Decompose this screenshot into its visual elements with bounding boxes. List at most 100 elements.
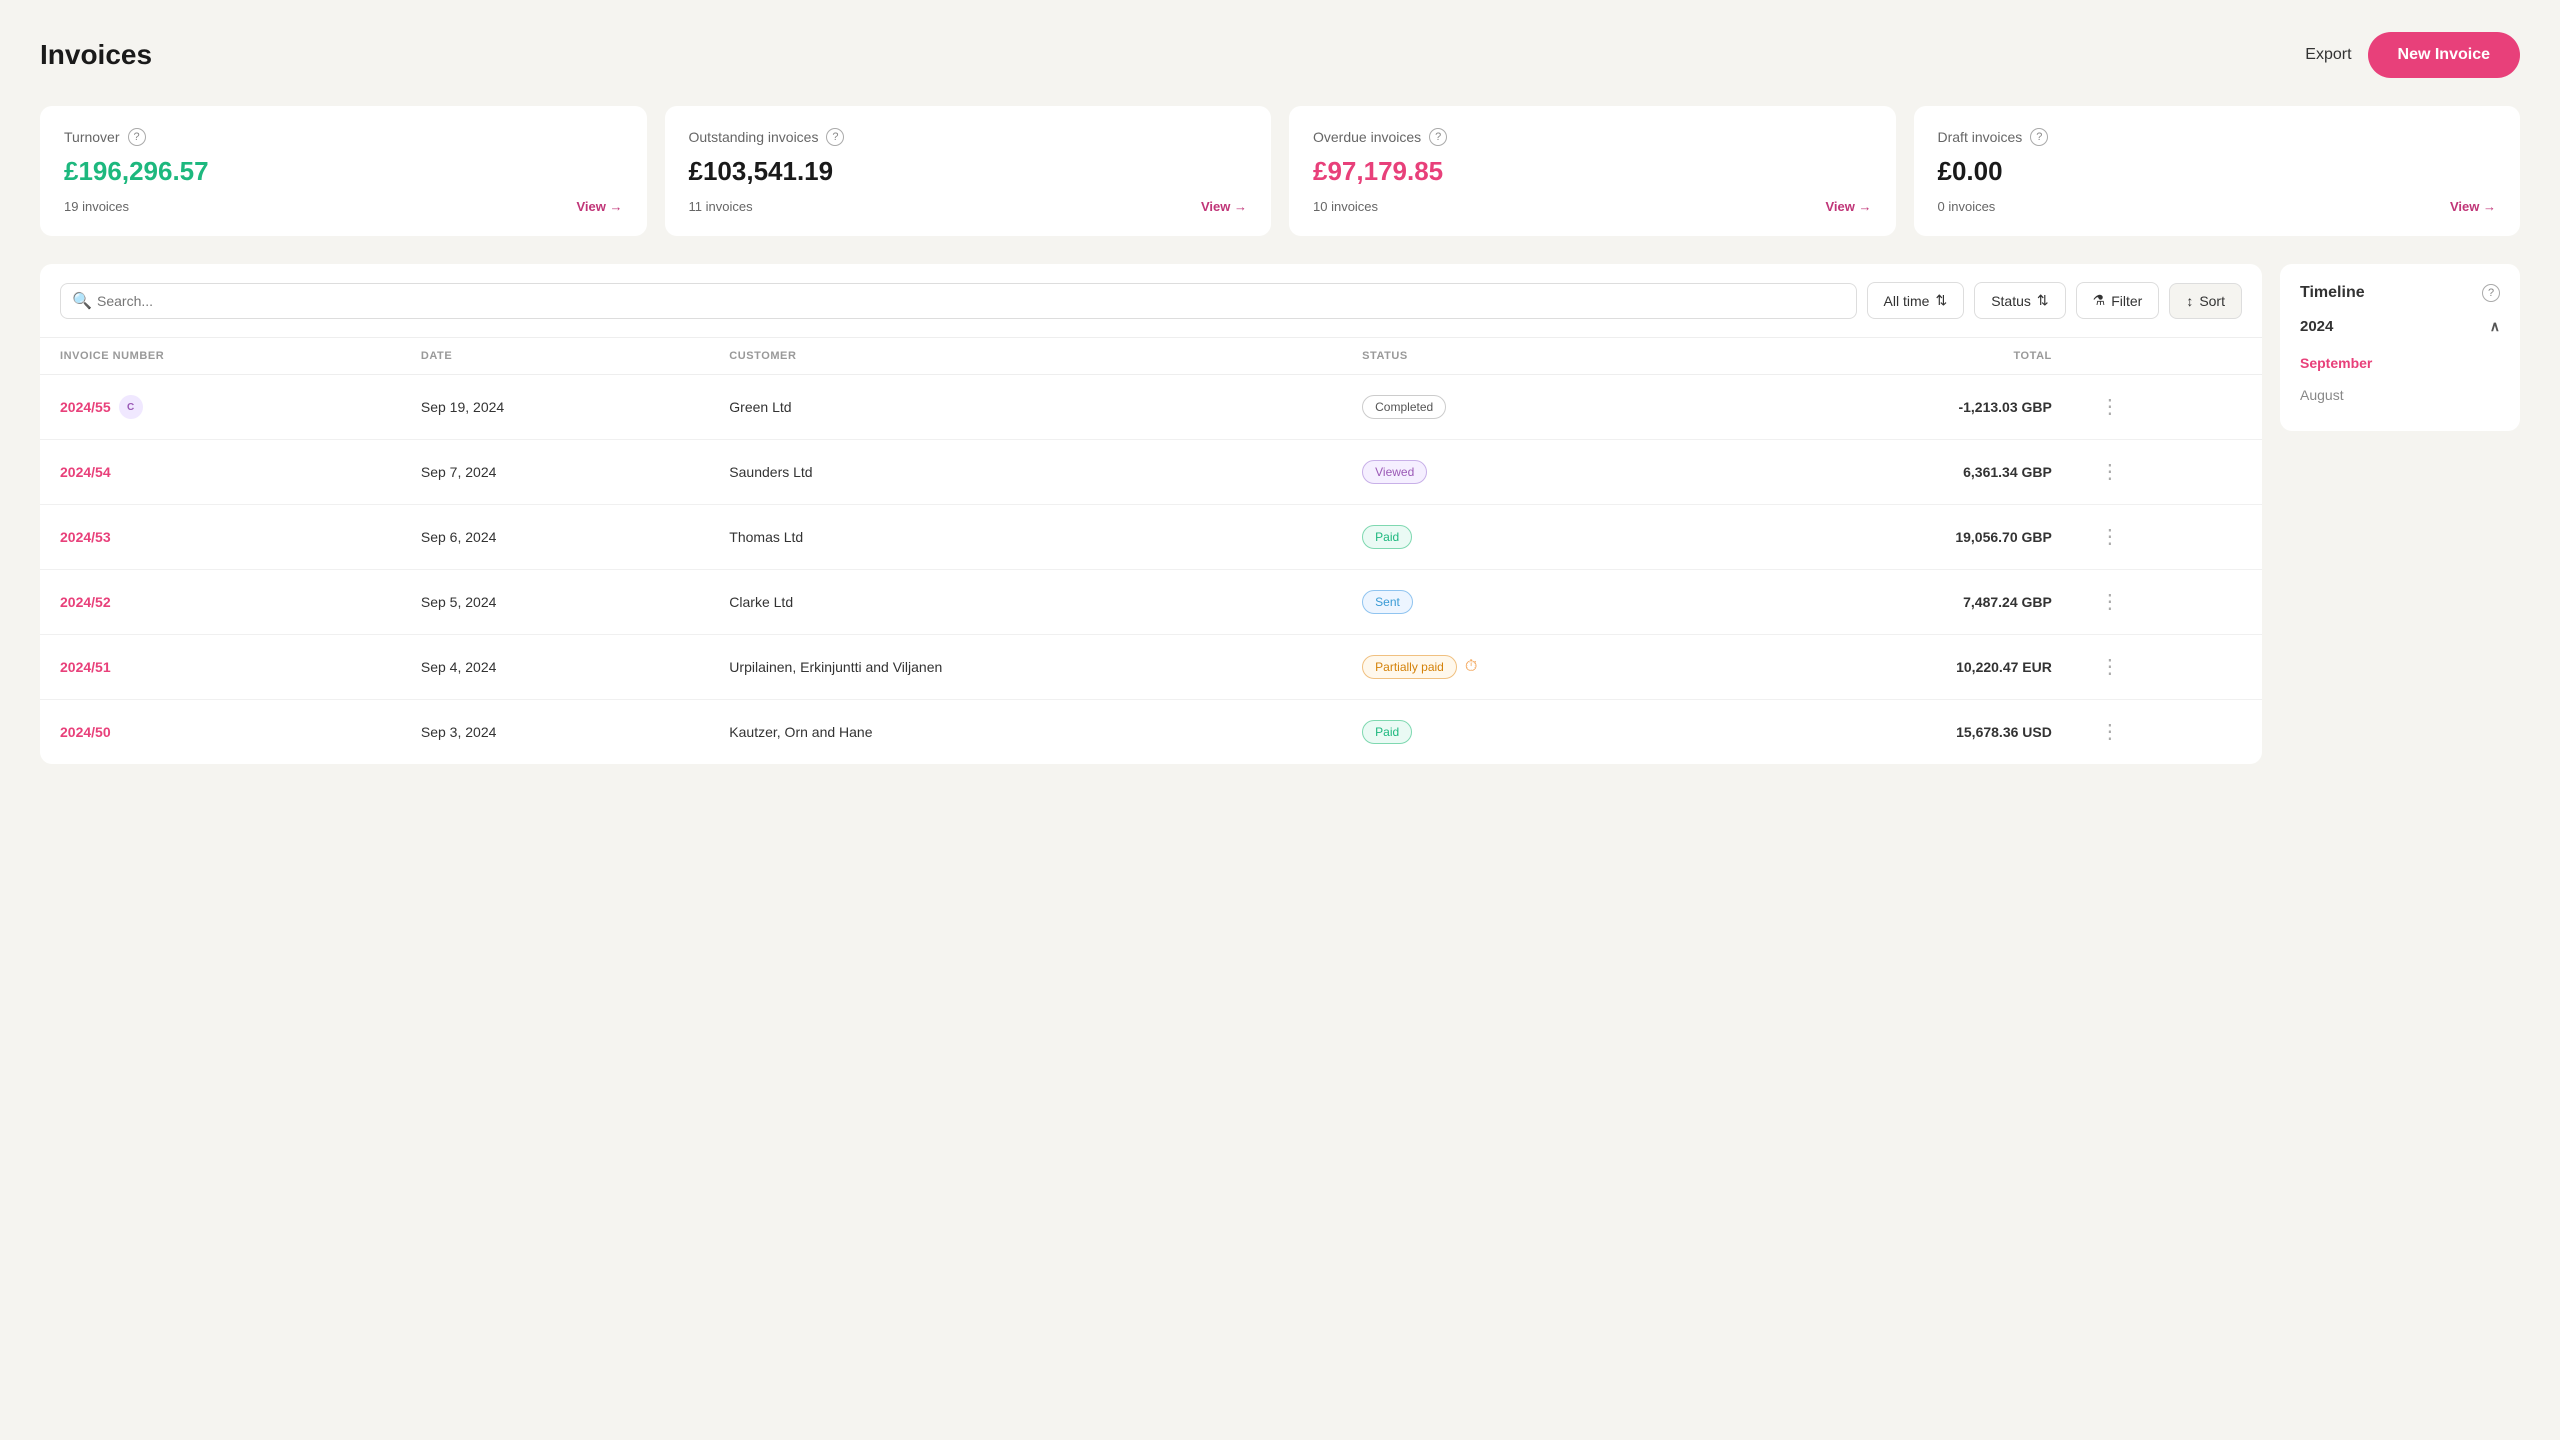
invoice-date-2: Sep 6, 2024 <box>401 505 709 570</box>
more-button-0[interactable]: ⋮ <box>2092 393 2128 421</box>
stat-card-overdue: Overdue invoices ? £97,179.85 10 invoice… <box>1289 106 1896 236</box>
invoice-status-1: Viewed <box>1342 440 1730 505</box>
invoice-date-3: Sep 5, 2024 <box>401 570 709 635</box>
invoice-number-1[interactable]: 2024/54 <box>40 440 401 505</box>
chevron-up-icon[interactable]: ∧ <box>2490 318 2500 335</box>
chevron-updown-icon: ⇅ <box>2037 292 2049 309</box>
invoice-link-0[interactable]: 2024/55 C <box>60 395 381 419</box>
page-title: Invoices <box>40 39 152 71</box>
invoice-link-4[interactable]: 2024/51 <box>60 659 381 675</box>
invoice-number-5[interactable]: 2024/50 <box>40 700 401 765</box>
more-button-4[interactable]: ⋮ <box>2092 653 2128 681</box>
status-badge-2: Paid <box>1362 525 1412 549</box>
search-icon: 🔍 <box>72 291 92 311</box>
invoice-number-2[interactable]: 2024/53 <box>40 505 401 570</box>
invoice-link-5[interactable]: 2024/50 <box>60 724 381 740</box>
status-badge-3: Sent <box>1362 590 1413 614</box>
invoice-number-0[interactable]: 2024/55 C <box>40 375 401 440</box>
status-filter-button[interactable]: Status ⇅ <box>1974 282 2065 319</box>
invoice-customer-2: Thomas Ltd <box>709 505 1342 570</box>
draft-help-icon[interactable]: ? <box>2030 128 2048 146</box>
turnover-help-icon[interactable]: ? <box>128 128 146 146</box>
timeline-month-august[interactable]: August <box>2300 379 2500 411</box>
invoice-link-1[interactable]: 2024/54 <box>60 464 381 480</box>
invoice-status-5: Paid <box>1342 700 1730 765</box>
more-button-5[interactable]: ⋮ <box>2092 718 2128 746</box>
invoice-customer-4: Urpilainen, Erkinjuntti and Viljanen <box>709 635 1342 700</box>
more-button-2[interactable]: ⋮ <box>2092 523 2128 551</box>
stat-footer-overdue: 10 invoices View → <box>1313 199 1872 214</box>
more-button-1[interactable]: ⋮ <box>2092 458 2128 486</box>
table-row: 2024/52 Sep 5, 2024Clarke Ltd Sent 7,487… <box>40 570 2262 635</box>
invoice-status-0: Completed <box>1342 375 1730 440</box>
timeline-help-icon[interactable]: ? <box>2482 284 2500 302</box>
timeline-header: Timeline ? <box>2300 284 2500 302</box>
search-wrapper: 🔍 <box>60 283 1857 319</box>
invoice-status-2: Paid <box>1342 505 1730 570</box>
stat-label-turnover: Turnover ? <box>64 128 623 146</box>
timeline-month-september[interactable]: September <box>2300 347 2500 379</box>
invoice-customer-1: Saunders Ltd <box>709 440 1342 505</box>
invoice-customer-3: Clarke Ltd <box>709 570 1342 635</box>
invoice-customer-5: Kautzer, Orn and Hane <box>709 700 1342 765</box>
table-header: INVOICE NUMBER DATE CUSTOMER STATUS TOTA… <box>40 338 2262 375</box>
stat-card-draft: Draft invoices ? £0.00 0 invoices View → <box>1914 106 2521 236</box>
avatar-badge-0: C <box>119 395 143 419</box>
stat-count-turnover: 19 invoices <box>64 199 129 214</box>
table-section: 🔍 All time ⇅ Status ⇅ ⚗ Filter ↕ Sort <box>40 264 2262 764</box>
invoice-total-1: 6,361.34 GBP <box>1730 440 2072 505</box>
stat-value-overdue: £97,179.85 <box>1313 156 1872 187</box>
invoice-date-1: Sep 7, 2024 <box>401 440 709 505</box>
stat-value-draft: £0.00 <box>1938 156 2497 187</box>
timeline-title: Timeline <box>2300 284 2365 302</box>
status-cell-3: Sent <box>1362 590 1710 614</box>
invoice-table: INVOICE NUMBER DATE CUSTOMER STATUS TOTA… <box>40 338 2262 764</box>
timeline-sidebar: Timeline ? 2024 ∧ SeptemberAugust <box>2280 264 2520 431</box>
status-badge-5: Paid <box>1362 720 1412 744</box>
overdue-help-icon[interactable]: ? <box>1429 128 1447 146</box>
table-row: 2024/50 Sep 3, 2024Kautzer, Orn and Hane… <box>40 700 2262 765</box>
search-input[interactable] <box>60 283 1857 319</box>
col-invoice-number: INVOICE NUMBER <box>40 338 401 375</box>
clock-icon-4: ⏱ <box>1465 658 1477 676</box>
stat-label-overdue: Overdue invoices ? <box>1313 128 1872 146</box>
more-button-3[interactable]: ⋮ <box>2092 588 2128 616</box>
table-body: 2024/55 C Sep 19, 2024Green Ltd Complete… <box>40 375 2262 765</box>
stat-view-link-draft[interactable]: View → <box>2450 199 2496 214</box>
invoice-link-3[interactable]: 2024/52 <box>60 594 381 610</box>
toolbar: 🔍 All time ⇅ Status ⇅ ⚗ Filter ↕ Sort <box>40 264 2262 338</box>
col-actions <box>2072 338 2262 375</box>
new-invoice-button[interactable]: New Invoice <box>2368 32 2520 78</box>
stat-count-overdue: 10 invoices <box>1313 199 1378 214</box>
status-badge-4: Partially paid <box>1362 655 1457 679</box>
status-cell-5: Paid <box>1362 720 1710 744</box>
status-badge-0: Completed <box>1362 395 1446 419</box>
invoice-date-4: Sep 4, 2024 <box>401 635 709 700</box>
table-row: 2024/51 Sep 4, 2024Urpilainen, Erkinjunt… <box>40 635 2262 700</box>
status-badge-1: Viewed <box>1362 460 1427 484</box>
invoice-total-5: 15,678.36 USD <box>1730 700 2072 765</box>
table-row: 2024/54 Sep 7, 2024Saunders Ltd Viewed 6… <box>40 440 2262 505</box>
time-filter-button[interactable]: All time ⇅ <box>1867 282 1965 319</box>
timeline-year: 2024 ∧ <box>2300 318 2500 335</box>
invoice-status-3: Sent <box>1342 570 1730 635</box>
invoice-number-3[interactable]: 2024/52 <box>40 570 401 635</box>
stat-view-link-outstanding[interactable]: View → <box>1201 199 1247 214</box>
outstanding-help-icon[interactable]: ? <box>826 128 844 146</box>
col-customer: CUSTOMER <box>709 338 1342 375</box>
stat-label-outstanding: Outstanding invoices ? <box>689 128 1248 146</box>
invoice-total-2: 19,056.70 GBP <box>1730 505 2072 570</box>
invoice-link-2[interactable]: 2024/53 <box>60 529 381 545</box>
invoice-number-4[interactable]: 2024/51 <box>40 635 401 700</box>
stat-view-link-turnover[interactable]: View → <box>576 199 622 214</box>
col-status: STATUS <box>1342 338 1730 375</box>
status-cell-0: Completed <box>1362 395 1710 419</box>
page-header: Invoices Export New Invoice <box>40 32 2520 78</box>
filter-button[interactable]: ⚗ Filter <box>2076 282 2160 319</box>
invoice-date-0: Sep 19, 2024 <box>401 375 709 440</box>
invoice-total-4: 10,220.47 EUR <box>1730 635 2072 700</box>
export-button[interactable]: Export <box>2305 46 2351 64</box>
sort-button[interactable]: ↕ Sort <box>2169 283 2242 319</box>
col-date: DATE <box>401 338 709 375</box>
stat-view-link-overdue[interactable]: View → <box>1825 199 1871 214</box>
